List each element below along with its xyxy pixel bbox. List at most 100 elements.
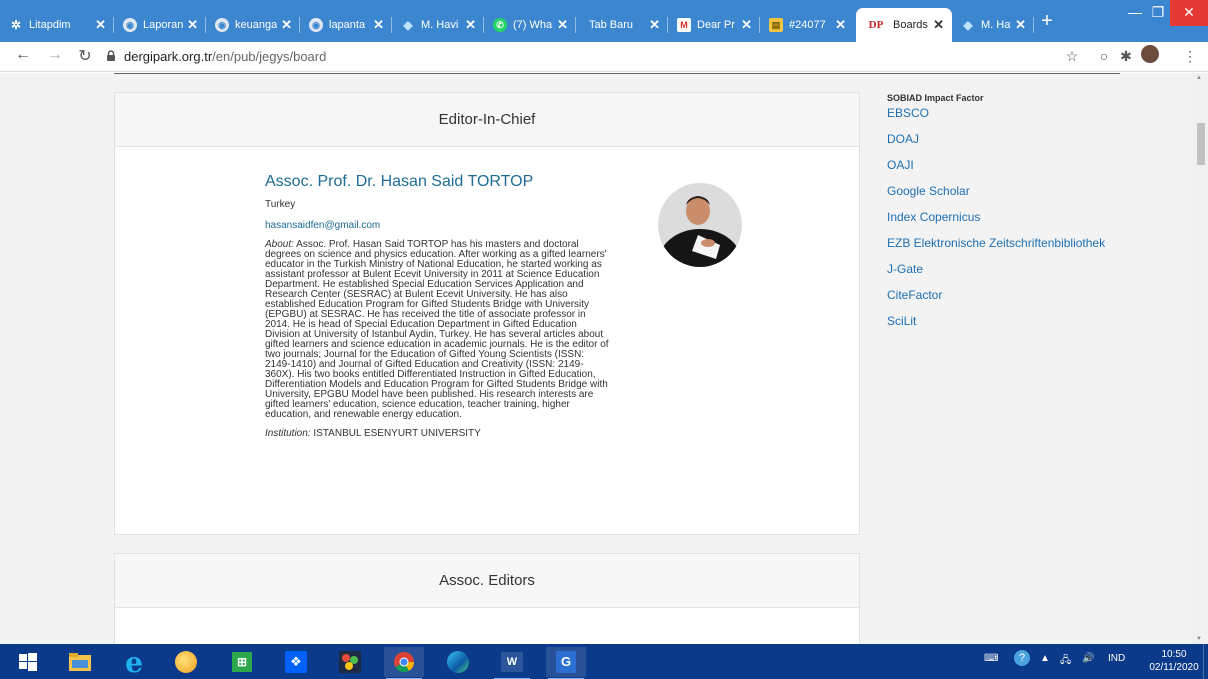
media-player-icon[interactable] (166, 647, 206, 677)
sidebar-link-oaji[interactable]: OAJI (887, 157, 1187, 183)
about-line: education, and renewable energy educatio… (265, 409, 462, 420)
editor-in-chief-card: Editor-In-Chief Assoc. Prof. Dr. Hasan S… (114, 92, 860, 535)
dropbox-icon[interactable]: ❖ (276, 647, 316, 677)
edge-icon[interactable] (438, 647, 478, 677)
globe-icon: ◉ (309, 18, 323, 32)
chrome-icon[interactable] (384, 647, 424, 679)
url-host: dergipark.org.tr (124, 48, 213, 64)
tab-gmail[interactable]: M Dear Pr ✕ (668, 8, 760, 42)
tab-m-havi[interactable]: ◆ M. Havi ✕ (392, 8, 484, 42)
store-icon[interactable]: ⊞ (222, 647, 262, 677)
url-path: /en/pub/jegys/board (212, 48, 327, 64)
tray-chevron-up-icon[interactable]: ▲ (1040, 653, 1050, 664)
clock-date: 02/11/2020 (1149, 662, 1199, 673)
bird-icon: ◆ (963, 18, 973, 32)
profile-avatar-icon[interactable] (1140, 45, 1160, 66)
windows-taskbar: e ⊞ ❖ W G ⌨ ? ▲ 🖧 🔊 IND 10:50 02/11/2020 (0, 644, 1208, 679)
avatar (658, 183, 742, 267)
scroll-up-arrow-icon[interactable]: ▲ (1196, 75, 1202, 81)
institution-value: ISTANBUL ESENYURT UNIVERSITY (310, 428, 481, 439)
back-button[interactable]: ← (12, 46, 34, 64)
editor-institution: Institution: ISTANBUL ESENYURT UNIVERSIT… (265, 428, 631, 439)
tab-laporan[interactable]: ◉ Laporan ✕ (114, 8, 206, 42)
tab-lapantau[interactable]: ◉ lapanta ✕ (300, 8, 392, 42)
internet-explorer-icon[interactable]: e (114, 646, 154, 679)
whatsapp-icon: ✆ (493, 18, 507, 32)
close-icon[interactable]: ✕ (373, 17, 384, 33)
indexing-sidebar: SOBIAD Impact Factor EBSCO DOAJ OAJI Goo… (887, 93, 1187, 339)
clock-time: 10:50 (1161, 649, 1187, 660)
gmail-icon: M (677, 18, 691, 32)
pdf-app-icon[interactable]: G (546, 647, 586, 679)
tab-tab-baru[interactable]: Tab Baru ✕ (576, 8, 668, 42)
scrollbar-thumb[interactable] (1197, 123, 1205, 165)
folder-icon: ▤ (769, 18, 783, 32)
paint-app-icon[interactable] (330, 647, 370, 677)
close-icon[interactable]: ✕ (1015, 17, 1026, 33)
tab-keuangan[interactable]: ◉ keuanga ✕ (206, 8, 300, 42)
editor-name[interactable]: Assoc. Prof. Dr. Hasan Said TORTOP (265, 173, 631, 191)
editor-profile: Assoc. Prof. Dr. Hasan Said TORTOP Turke… (265, 173, 631, 439)
close-icon[interactable]: ✕ (557, 17, 568, 33)
sidebar-link-google-scholar[interactable]: Google Scholar (887, 183, 1187, 209)
new-tab-button[interactable]: + (1035, 10, 1059, 33)
browser-tab-strip: ✲ Litapdim ✕ ◉ Laporan ✕ ◉ keuanga ✕ ◉ l… (0, 0, 1208, 42)
card-title: Assoc. Editors (115, 554, 859, 608)
bookmark-star-icon[interactable]: ☆ (1062, 48, 1082, 65)
network-icon[interactable]: 🖧 (1060, 653, 1071, 670)
tab-boards[interactable]: DP Boards ✕ (856, 8, 952, 42)
sidebar-title: SOBIAD Impact Factor (887, 93, 984, 103)
sidebar-link-ebsco[interactable]: EBSCO (887, 105, 1187, 131)
extensions-puzzle-icon[interactable]: ✱ (1116, 48, 1136, 65)
editor-photo (658, 183, 742, 267)
globe-icon: ◉ (123, 18, 137, 32)
sidebar-link-scilit[interactable]: SciLit (887, 313, 1187, 339)
window-close-button[interactable]: ✕ (1170, 0, 1208, 26)
close-icon[interactable]: ✕ (741, 17, 752, 33)
browser-toolbar: ← → ↻ dergipark.org.tr/en/pub/jegys/boar… (0, 42, 1208, 72)
windows-start-icon[interactable] (8, 647, 48, 677)
system-clock[interactable]: 10:50 02/11/2020 (1144, 648, 1204, 674)
gear-icon: ✲ (10, 18, 22, 32)
editor-email[interactable]: hasansaidfen@gmail.com (265, 220, 631, 231)
sidebar-link-index-copernicus[interactable]: Index Copernicus (887, 209, 1187, 235)
lock-icon (107, 50, 115, 61)
close-icon[interactable]: ✕ (465, 17, 476, 33)
file-explorer-icon[interactable] (60, 647, 100, 677)
extension-circle-icon[interactable]: ○ (1094, 48, 1114, 64)
volume-icon[interactable]: 🔊 (1082, 653, 1094, 664)
sidebar-link-j-gate[interactable]: J-Gate (887, 261, 1187, 287)
close-icon[interactable]: ✕ (649, 17, 660, 33)
globe-icon: ◉ (215, 18, 229, 32)
close-icon[interactable]: ✕ (933, 17, 944, 33)
input-language[interactable]: IND (1108, 653, 1125, 664)
editor-country: Turkey (265, 199, 296, 210)
close-icon[interactable]: ✕ (95, 17, 106, 33)
close-icon[interactable]: ✕ (835, 17, 846, 33)
sidebar-link-ezb[interactable]: EZB Elektronische Zeitschriftenbibliothe… (887, 235, 1187, 261)
close-icon[interactable]: ✕ (281, 17, 292, 33)
sidebar-link-citefactor[interactable]: CiteFactor (887, 287, 1187, 313)
tab-24077[interactable]: ▤ #24077 ✕ (760, 8, 854, 42)
tab-whatsapp[interactable]: ✆ (7) Wha ✕ (484, 8, 576, 42)
close-icon[interactable]: ✕ (187, 17, 198, 33)
bird-icon: ◆ (403, 18, 413, 32)
page-viewport: Editor-In-Chief Assoc. Prof. Dr. Hasan S… (0, 73, 1208, 644)
word-icon[interactable]: W (492, 647, 532, 679)
maximize-button[interactable]: ❐ (1146, 0, 1170, 26)
scroll-down-arrow-icon[interactable]: ▼ (1196, 636, 1202, 642)
forward-button[interactable]: → (44, 46, 66, 64)
show-desktop-button[interactable] (1203, 644, 1208, 679)
help-icon[interactable]: ? (1014, 650, 1030, 666)
reload-button[interactable]: ↻ (74, 46, 96, 66)
menu-kebab-icon[interactable]: ⋮ (1180, 48, 1200, 65)
minimize-button[interactable]: — (1124, 0, 1146, 26)
sidebar-link-doaj[interactable]: DOAJ (887, 131, 1187, 157)
tab-litapdim[interactable]: ✲ Litapdim ✕ (0, 8, 114, 42)
address-bar[interactable]: dergipark.org.tr/en/pub/jegys/board (104, 45, 1054, 67)
vertical-scrollbar[interactable]: ▲ ▼ (1193, 73, 1208, 644)
institution-label: Institution: (265, 428, 311, 439)
tab-m-havi-2[interactable]: ◆ M. Havi ✕ (952, 8, 1034, 42)
keyboard-icon[interactable]: ⌨ (984, 653, 998, 664)
dergipark-icon: DP (868, 19, 884, 31)
